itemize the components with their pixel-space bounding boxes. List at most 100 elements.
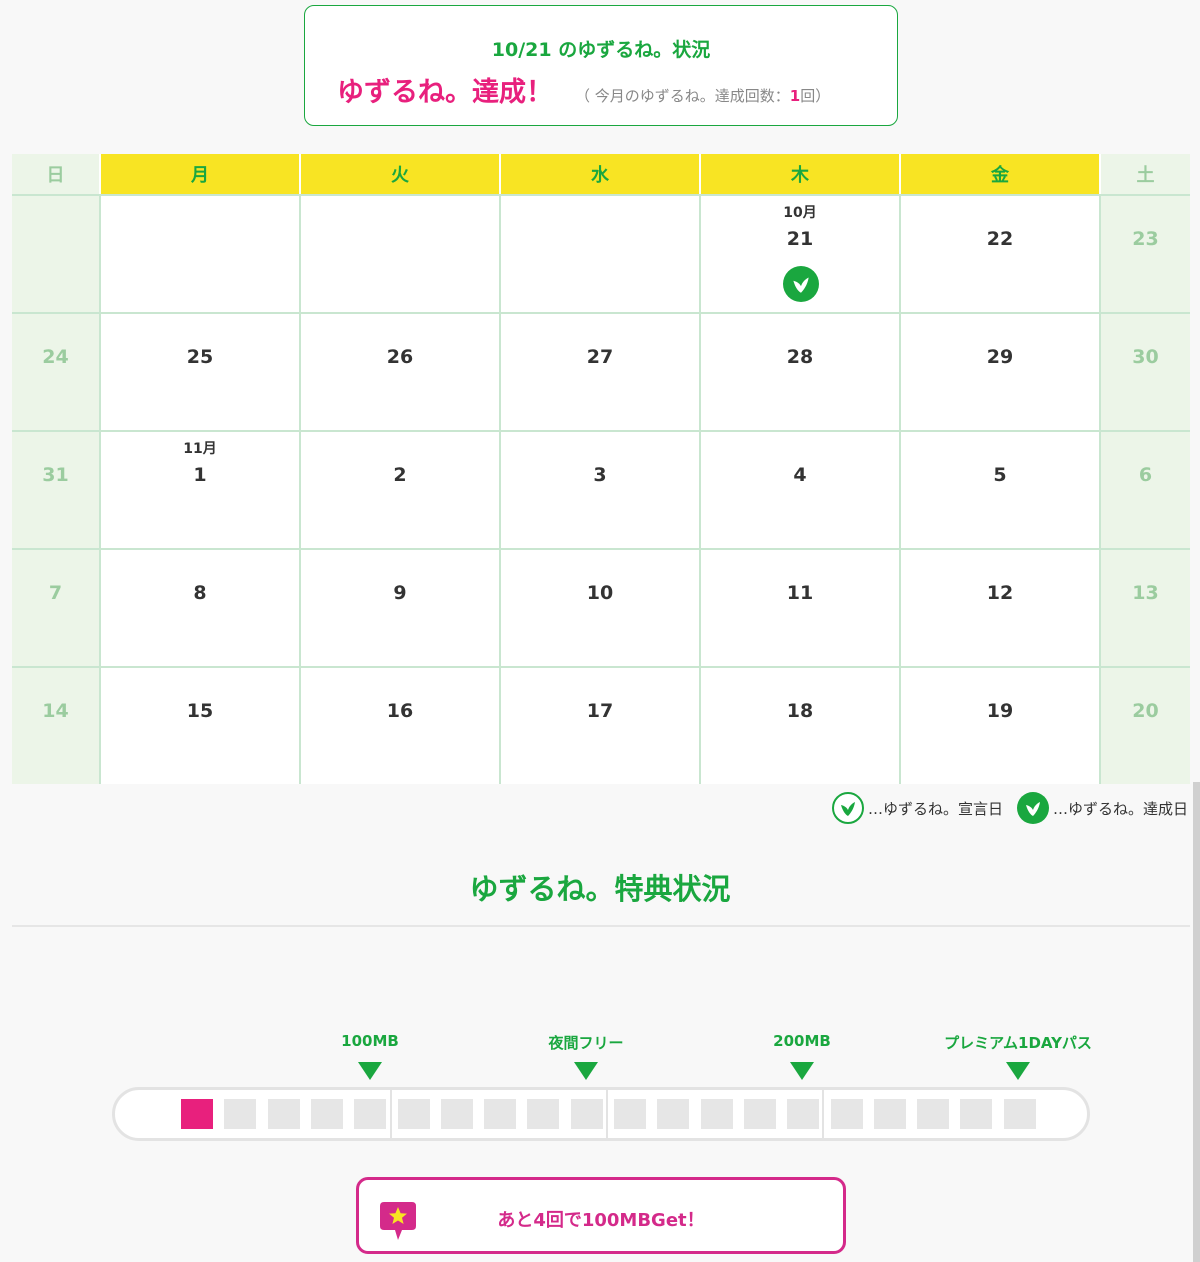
calendar-day-cell[interactable]: 16 [301, 668, 501, 784]
legend-achieved: …ゆずるね。達成日 [1016, 792, 1188, 824]
calendar-day-cell[interactable]: 25 [101, 314, 301, 430]
calendar-day-cell[interactable]: 27 [501, 314, 701, 430]
calendar-day-cell[interactable]: 9 [301, 550, 501, 666]
calendar-day-cell[interactable]: 20 [1101, 668, 1190, 784]
day-number: 26 [386, 346, 414, 368]
progress-segment [960, 1099, 992, 1129]
calendar-day-cell[interactable]: 4 [701, 432, 901, 548]
calendar-header: 日 月 火 水 木 金 土 [12, 154, 1190, 194]
calendar-day-cell[interactable]: 8 [101, 550, 301, 666]
milestone-arrow-icon [358, 1062, 382, 1080]
month-label: 11月 [183, 441, 217, 457]
count-value: 1 [789, 87, 801, 105]
count-suffix: 回） [800, 87, 831, 105]
status-achieved: ゆずるね。達成！ [337, 77, 553, 108]
calendar-body: 10月 21 22 23 24 25 26 27 28 29 30 31 11月 1 2 3 4 5 6 7 8 9 10 1… [12, 194, 1190, 784]
progress-segment [441, 1099, 473, 1129]
progress-segment [657, 1099, 689, 1129]
calendar-day-cell [301, 196, 501, 312]
weekday-header-mon: 月 [101, 154, 301, 194]
progress-separator [390, 1090, 392, 1138]
month-label: 10月 [783, 205, 817, 221]
progress-segment [484, 1099, 516, 1129]
calendar-day-cell[interactable]: 10月 21 [701, 196, 901, 312]
calendar-week-row: 24 25 26 27 28 29 30 [12, 312, 1190, 430]
day-number: 25 [186, 346, 214, 368]
calendar-day-cell[interactable]: 30 [1101, 314, 1190, 430]
progress-segment [571, 1099, 603, 1129]
calendar-day-cell[interactable]: 13 [1101, 550, 1190, 666]
day-number: 30 [1132, 346, 1159, 368]
calendar-day-cell[interactable]: 24 [12, 314, 101, 430]
day-number: 1 [193, 464, 207, 486]
day-number: 31 [42, 464, 69, 486]
calendar-day-cell[interactable]: 6 [1101, 432, 1190, 548]
benefits-title: ゆずるね。特典状況 [469, 872, 731, 906]
weekday-header-tue: 火 [301, 154, 501, 194]
calendar-day-cell[interactable]: 29 [901, 314, 1101, 430]
milestone-label: 夜間フリー [548, 1034, 624, 1052]
calendar-day-cell[interactable]: 23 [1101, 196, 1190, 312]
declared-leaf-icon [831, 792, 864, 824]
progress-segment [181, 1099, 213, 1129]
day-number: 14 [42, 700, 69, 722]
weekday-header-thu: 木 [701, 154, 901, 194]
legend-declared: …ゆずるね。宣言日 [831, 792, 1003, 824]
day-number: 5 [993, 464, 1007, 486]
day-number: 9 [393, 582, 407, 604]
milestone-label: 100MB [341, 1032, 399, 1050]
scrollbar[interactable] [1193, 782, 1200, 1262]
achieved-leaf-icon [1016, 792, 1049, 824]
progress-segment [1004, 1099, 1036, 1129]
calendar-day-cell[interactable]: 15 [101, 668, 301, 784]
calendar-day-cell[interactable]: 26 [301, 314, 501, 430]
calendar-day-cell[interactable]: 31 [12, 432, 101, 548]
progress-segment [787, 1099, 819, 1129]
calendar-day-cell[interactable]: 2 [301, 432, 501, 548]
calendar-day-cell[interactable]: 11 [701, 550, 901, 666]
weekday-header-sun: 日 [12, 154, 101, 194]
day-number: 19 [986, 700, 1014, 722]
weekday-header-wed: 水 [501, 154, 701, 194]
status-title: 10/21 のゆずるね。状況 [491, 39, 711, 61]
day-number: 8 [193, 582, 207, 604]
day-number: 22 [986, 228, 1014, 250]
progress-segment [311, 1099, 343, 1129]
progress-segment [268, 1099, 300, 1129]
progress-segment [614, 1099, 646, 1129]
calendar-day-cell[interactable]: 17 [501, 668, 701, 784]
progress-segment [874, 1099, 906, 1129]
calendar-day-cell[interactable]: 11月 1 [101, 432, 301, 548]
milestone-label: プレミアム1DAYパス [944, 1034, 1092, 1052]
monthly-count: （ 今月のゆずるね。達成回数：1回） [575, 85, 830, 106]
progress-segment [831, 1099, 863, 1129]
day-number: 16 [386, 700, 414, 722]
calendar-week-row: 14 15 16 17 18 19 20 [12, 666, 1190, 784]
day-number: 7 [48, 582, 63, 604]
day-number: 4 [793, 464, 807, 486]
calendar-day-cell[interactable]: 5 [901, 432, 1101, 548]
day-number: 15 [186, 700, 214, 722]
next-reward-message: あと4回で100MBGet！ [497, 1210, 705, 1231]
legend-achieved-label: …ゆずるね。達成日 [1052, 799, 1188, 818]
weekday-header-fri: 金 [901, 154, 1101, 194]
calendar-day-cell[interactable]: 10 [501, 550, 701, 666]
calendar-day-cell[interactable]: 18 [701, 668, 901, 784]
progress-segment [224, 1099, 256, 1129]
progress-separator [822, 1090, 824, 1138]
milestone-arrow-icon [574, 1062, 598, 1080]
calendar-day-cell[interactable]: 19 [901, 668, 1101, 784]
calendar-day-cell[interactable]: 12 [901, 550, 1101, 666]
calendar-day-cell [501, 196, 701, 312]
calendar-day-cell[interactable]: 28 [701, 314, 901, 430]
day-number: 11 [786, 582, 814, 604]
day-number: 2 [393, 464, 407, 486]
calendar-day-cell[interactable]: 14 [12, 668, 101, 784]
calendar: 日 月 火 水 木 金 土 10月 21 22 23 24 25 26 27 28 29 30 31 1… [12, 154, 1190, 784]
calendar-day-cell[interactable]: 3 [501, 432, 701, 548]
calendar-day-cell[interactable]: 22 [901, 196, 1101, 312]
day-number: 18 [786, 700, 814, 722]
calendar-day-cell[interactable]: 7 [12, 550, 101, 666]
day-number: 23 [1132, 228, 1159, 250]
day-number: 28 [786, 346, 814, 368]
